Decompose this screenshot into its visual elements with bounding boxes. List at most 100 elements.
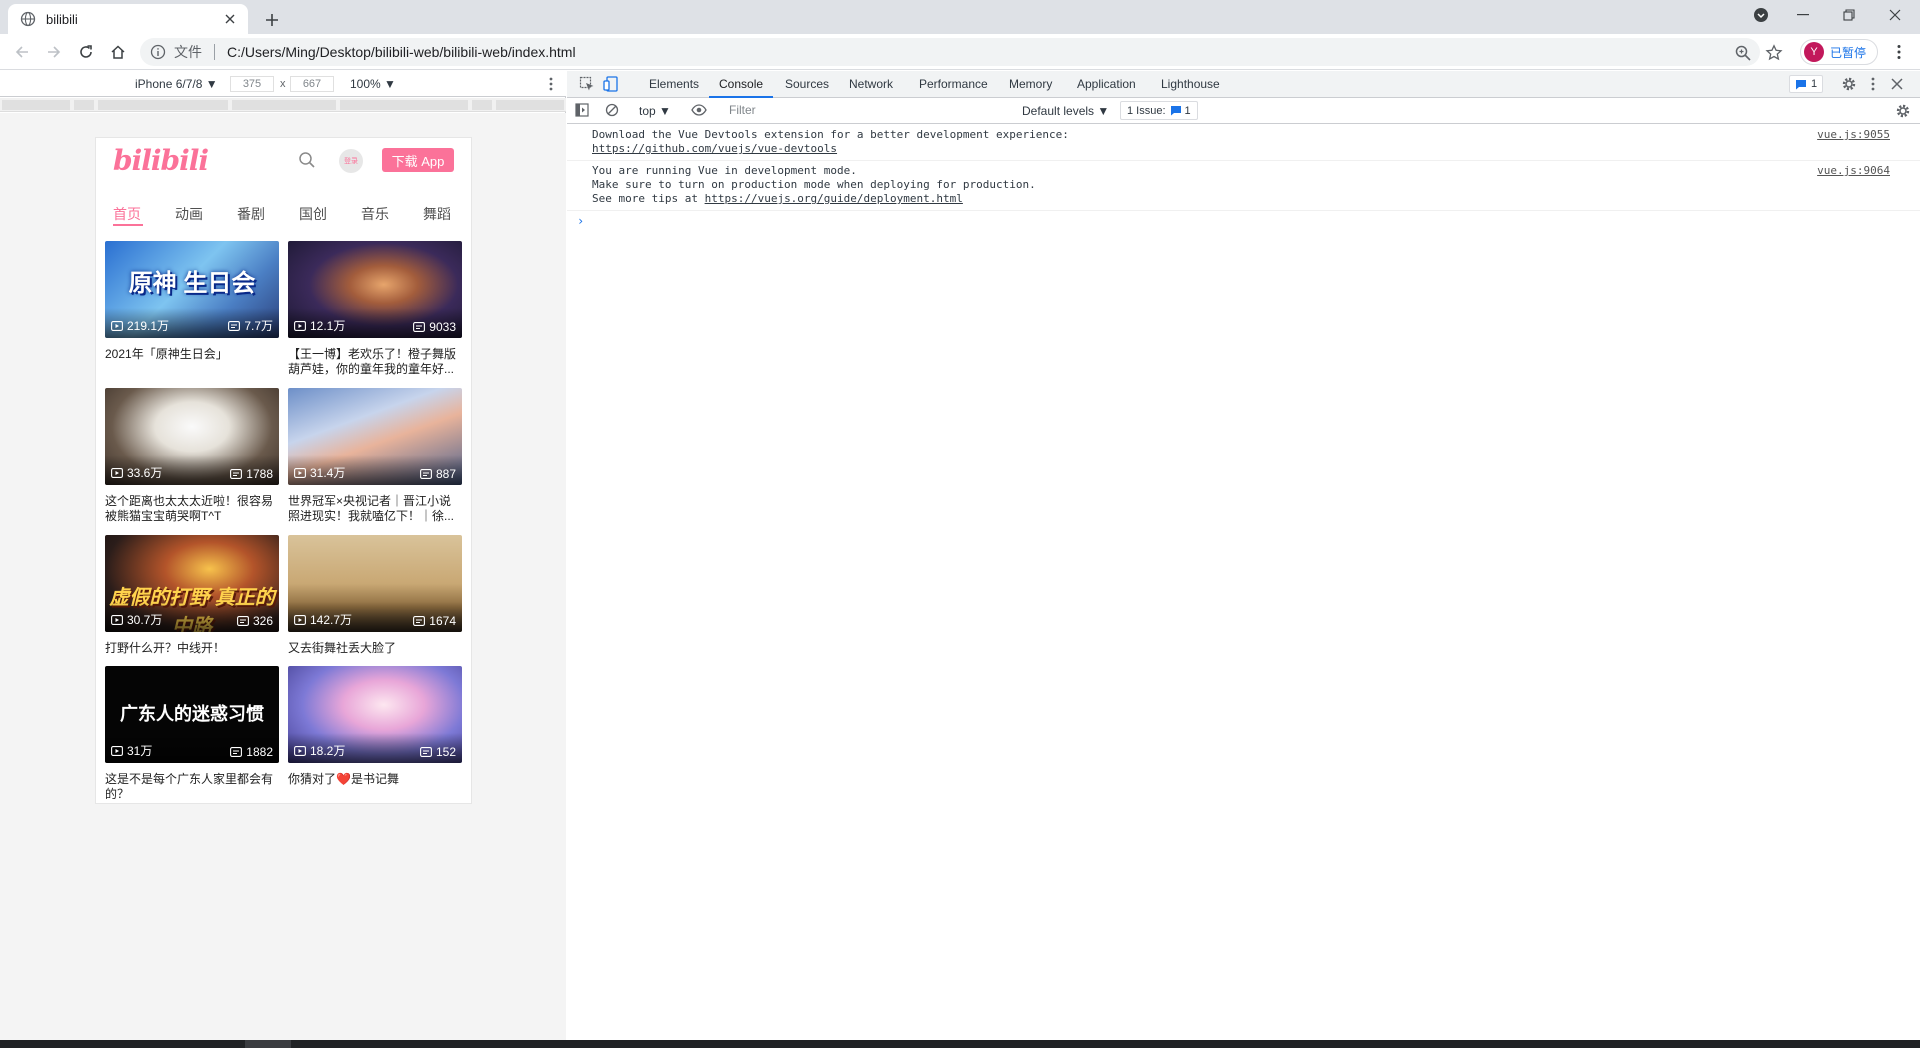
bookmark-star-icon[interactable] [1765, 44, 1783, 62]
tab-lighthouse[interactable]: Lighthouse [1161, 77, 1220, 91]
issues-button[interactable]: 1 Issue: 1 [1120, 101, 1198, 120]
video-thumbnail[interactable]: 广东人的迷惑习惯 31万 1882 [105, 666, 279, 763]
device-more-icon[interactable] [543, 76, 559, 92]
tab-network[interactable]: Network [849, 77, 893, 91]
tab-application[interactable]: Application [1077, 77, 1136, 91]
devtools-panel: Elements Console Sources Network Perform… [567, 71, 1920, 1040]
download-app-button[interactable]: 下载 App [382, 148, 454, 172]
media-query-ruler[interactable] [0, 98, 566, 112]
danmaku-icon [413, 616, 426, 626]
taskbar-active-item[interactable] [245, 1040, 291, 1048]
console-message: Download the Vue Devtools extension for … [567, 125, 1920, 161]
video-card[interactable]: 原神 生日会 219.1万 7.7万 2021年「原神生日会」 [105, 241, 279, 377]
tab-sources[interactable]: Sources [785, 77, 829, 91]
nav-item-music[interactable]: 音乐 [361, 204, 389, 224]
inspect-element-icon[interactable] [579, 76, 595, 92]
danmaku-icon [420, 469, 432, 479]
reload-icon[interactable] [74, 40, 98, 64]
tab-strip: bilibili [0, 0, 1920, 34]
video-card[interactable]: 广东人的迷惑习惯 31万 1882 这是不是每个广东人家里都会有的？ [105, 666, 279, 802]
video-title[interactable]: 你猜对了❤️是书记舞 [288, 772, 462, 802]
issues-count: 1 [1184, 104, 1191, 117]
tab-console[interactable]: Console [719, 77, 763, 91]
context-select[interactable]: top ▼ [639, 104, 671, 118]
play-count-icon [294, 320, 306, 331]
zoom-select[interactable]: 100% ▼ [350, 77, 396, 91]
device-width-input[interactable]: 375 [230, 76, 274, 92]
address-bar[interactable]: 文件 C:/Users/Ming/Desktop/bilibili-web/bi… [140, 38, 1760, 66]
nav-item-home[interactable]: 首页 [113, 204, 141, 224]
video-title[interactable]: 世界冠军×央视记者｜晋江小说照进现实！我就嗑亿下！｜徐... [288, 494, 462, 524]
devtools-more-icon[interactable] [1865, 76, 1881, 92]
video-thumbnail[interactable]: 18.2万 152 [288, 666, 462, 763]
close-window-icon[interactable] [1872, 0, 1918, 30]
video-card[interactable]: 33.6万 1788 这个距离也太太太近啦！很容易被熊猫宝宝萌哭啊T^T [105, 388, 279, 524]
nav-item-dance[interactable]: 舞蹈 [423, 204, 451, 224]
nav-item-guochuang[interactable]: 国创 [299, 204, 327, 224]
console-link[interactable]: https://vuejs.org/guide/deployment.html [705, 192, 963, 205]
clear-console-icon[interactable] [605, 103, 621, 119]
browser-tab[interactable]: bilibili [8, 4, 248, 34]
video-title[interactable]: 【王一博】老欢乐了！橙子舞版葫芦娃，你的童年我的童年好... [288, 347, 462, 377]
settings-gear-icon[interactable] [1841, 76, 1857, 92]
tab-close-icon[interactable] [222, 11, 238, 27]
video-thumbnail[interactable]: 142.7万 1674 [288, 535, 462, 632]
sidebar-toggle-icon[interactable] [575, 103, 591, 119]
zoom-icon[interactable] [1734, 44, 1752, 62]
device-height-input[interactable]: 667 [290, 76, 334, 92]
console-settings-icon[interactable] [1895, 103, 1911, 119]
browser-menu-icon[interactable] [1890, 43, 1908, 61]
close-devtools-icon[interactable] [1889, 76, 1905, 92]
cover-text: 广东人的迷惑习惯 [120, 704, 264, 724]
video-thumbnail[interactable]: 31.4万 887 [288, 388, 462, 485]
profile-button[interactable]: Y 已暂停 [1800, 39, 1878, 65]
info-icon[interactable] [150, 44, 166, 60]
messages-badge[interactable]: 1 [1789, 75, 1824, 93]
tab-elements[interactable]: Elements [649, 77, 699, 91]
tab-performance[interactable]: Performance [919, 77, 988, 91]
profile-status: 已暂停 [1830, 45, 1867, 60]
video-thumbnail[interactable]: 33.6万 1788 [105, 388, 279, 485]
danmaku-count: 887 [420, 467, 456, 481]
video-title[interactable]: 这是不是每个广东人家里都会有的？ [105, 772, 279, 802]
video-thumbnail[interactable]: 12.1万 9033 [288, 241, 462, 338]
device-toggle-icon[interactable] [603, 76, 619, 92]
view-count: 30.7万 [111, 611, 162, 628]
message-source-link[interactable]: vue.js:9064 [1817, 164, 1890, 178]
minimize-icon[interactable] [1780, 0, 1826, 30]
bilibili-logo[interactable]: bilibili [113, 144, 209, 177]
nav-item-bangumi[interactable]: 番剧 [237, 204, 265, 224]
log-levels-select[interactable]: Default levels ▼ [1022, 104, 1109, 118]
video-title[interactable]: 2021年「原神生日会」 [105, 347, 279, 377]
video-title[interactable]: 这个距离也太太太近啦！很容易被熊猫宝宝萌哭啊T^T [105, 494, 279, 524]
home-icon[interactable] [106, 40, 130, 64]
search-icon[interactable] [298, 151, 316, 169]
new-tab-icon[interactable] [260, 8, 284, 32]
video-card[interactable]: 虚假的打野 真正的中路 30.7万 326 打野什么开？中线开！ [105, 535, 279, 671]
video-thumbnail[interactable]: 虚假的打野 真正的中路 30.7万 326 [105, 535, 279, 632]
tab-search-icon[interactable] [1738, 0, 1784, 30]
forward-icon[interactable] [42, 40, 66, 64]
play-count-icon [111, 320, 123, 331]
back-icon[interactable] [10, 40, 34, 64]
eye-icon[interactable] [691, 103, 707, 119]
tab-memory[interactable]: Memory [1009, 77, 1052, 91]
console-filter-input[interactable]: Filter [725, 101, 1010, 120]
nav-item-anime[interactable]: 动画 [175, 204, 203, 224]
video-card[interactable]: 142.7万 1674 又去街舞社丢大脸了 [288, 535, 462, 671]
video-thumbnail[interactable]: 原神 生日会 219.1万 7.7万 [105, 241, 279, 338]
message-source-link[interactable]: vue.js:9055 [1817, 128, 1890, 142]
video-card[interactable]: 31.4万 887 世界冠军×央视记者｜晋江小说照进现实！我就嗑亿下！｜徐... [288, 388, 462, 524]
device-select[interactable]: iPhone 6/7/8 ▼ [135, 77, 218, 91]
cover-text: 原神 生日会 [128, 270, 256, 297]
bili-header: bilibili 登录 下载 App [96, 138, 471, 182]
video-card[interactable]: 18.2万 152 你猜对了❤️是书记舞 [288, 666, 462, 802]
view-count: 31.4万 [294, 464, 345, 481]
url-text[interactable]: C:/Users/Ming/Desktop/bilibili-web/bilib… [227, 44, 576, 60]
console-link[interactable]: https://github.com/vuejs/vue-devtools [592, 142, 837, 155]
login-avatar[interactable]: 登录 [339, 149, 363, 173]
restore-icon[interactable] [1826, 0, 1872, 30]
danmaku-icon [413, 322, 426, 332]
video-card[interactable]: 12.1万 9033 【王一博】老欢乐了！橙子舞版葫芦娃，你的童年我的童年好..… [288, 241, 462, 377]
console-prompt[interactable]: › [567, 211, 1920, 231]
